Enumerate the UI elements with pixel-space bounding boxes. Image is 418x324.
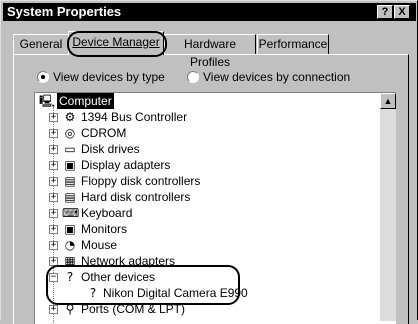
expand-icon[interactable]: + <box>49 129 58 138</box>
tree-item[interactable]: + ⌨ Keyboard <box>35 205 375 221</box>
tree-item[interactable]: −? Other devices <box>35 269 375 285</box>
cdrom-icon: ◎ <box>64 126 76 140</box>
tree-item[interactable]: + ◔ Mouse <box>35 237 375 253</box>
expand-icon[interactable]: + <box>49 209 58 218</box>
tree-item-label: Network adapters <box>81 254 176 268</box>
collapse-icon[interactable]: − <box>49 273 58 282</box>
floppy-controller-icon: ▤ <box>64 174 76 188</box>
scroll-up-button[interactable]: ▲ <box>380 93 396 109</box>
view-by-connection-option[interactable]: View devices by connection <box>187 70 367 86</box>
tree-item[interactable]: + ⚲ Ports (COM & LPT) <box>35 301 375 317</box>
expand-icon[interactable]: + <box>49 177 58 186</box>
tree-item[interactable]: + ⚙ 1394 Bus Controller <box>35 109 375 125</box>
view-by-type-option[interactable]: View devices by type <box>37 70 187 86</box>
keyboard-icon: ⌨ <box>62 206 80 220</box>
view-by-type-radio[interactable] <box>37 71 49 83</box>
expand-icon[interactable]: + <box>49 161 58 170</box>
tree-item[interactable]: + ▦ Network adapters <box>35 253 375 269</box>
display-adapter-icon: ▣ <box>64 158 76 172</box>
expand-icon[interactable]: + <box>49 193 58 202</box>
view-by-connection-label: View devices by connection <box>203 70 351 84</box>
tab-device-manager[interactable]: Device Manager <box>68 31 164 55</box>
tree-item[interactable]: + ◎ CDROM <box>35 125 375 141</box>
tree-item-label: CDROM <box>81 126 127 140</box>
tree-item-label: Monitors <box>81 222 128 236</box>
tab-device-manager-label: Device Manager <box>72 35 160 49</box>
tree-item-label: 1394 Bus Controller <box>81 110 188 124</box>
tree-item-label: Floppy disk controllers <box>81 174 201 188</box>
tree-root-computer[interactable]: 🖳 Computer <box>35 93 375 109</box>
tree-item-label: Other devices <box>81 270 156 284</box>
network-adapter-icon: ▦ <box>64 254 76 268</box>
tree-item[interactable]: + ▤ Floppy disk controllers <box>35 173 375 189</box>
expand-icon[interactable]: + <box>49 145 58 154</box>
tree-item-label: Mouse <box>81 238 118 252</box>
tab-performance[interactable]: Performance <box>257 34 329 54</box>
mouse-icon: ◔ <box>64 238 76 252</box>
view-by-type-label: View devices by type <box>53 70 165 84</box>
system-properties-window: System Properties ? X General Device Man… <box>0 0 418 324</box>
tree-item-label: Display adapters <box>81 158 171 172</box>
expand-icon[interactable]: + <box>49 241 58 250</box>
tree-scrollbar[interactable]: ▲ <box>380 93 396 321</box>
expand-icon[interactable]: + <box>49 225 58 234</box>
tree-item[interactable]: + ▭ Disk drives <box>35 141 375 157</box>
tab-strip: General Device Manager Hardware Profiles… <box>1 1 418 69</box>
tree-item-label: Nikon Digital Camera E990 <box>103 286 248 300</box>
tab-general[interactable]: General <box>13 34 69 54</box>
tree-item-label: Hard disk controllers <box>81 190 191 204</box>
disk-drive-icon: ▭ <box>64 142 76 156</box>
bus-controller-icon: ⚙ <box>64 110 76 124</box>
tree-item-label: Keyboard <box>81 206 133 220</box>
expand-icon[interactable]: + <box>49 113 58 122</box>
question-icon: ? <box>66 270 74 284</box>
view-by-connection-radio[interactable] <box>187 71 199 83</box>
port-icon: ⚲ <box>65 302 75 316</box>
tree-item[interactable]: + ▣ Display adapters <box>35 157 375 173</box>
tree-item[interactable]: + ▣ Monitors <box>35 221 375 237</box>
tree-item[interactable]: + ▤ Hard disk controllers <box>35 189 375 205</box>
tree-item-label: Ports (COM & LPT) <box>81 302 186 316</box>
tab-hardware-profiles[interactable]: Hardware Profiles <box>164 34 256 69</box>
unknown-device-icon: ? <box>89 286 97 300</box>
computer-icon: 🖳 <box>39 94 56 108</box>
monitor-icon: ▣ <box>64 222 76 236</box>
expand-icon[interactable]: + <box>49 257 58 266</box>
tree-item-label: Disk drives <box>81 142 140 156</box>
hard-disk-controller-icon: ▤ <box>64 190 76 204</box>
expand-icon[interactable]: + <box>49 305 58 314</box>
tree-root-label: Computer <box>57 93 114 109</box>
device-tree[interactable]: 🖳 Computer + ⚙ 1394 Bus Controller + ◎ CDROM +… <box>34 92 396 324</box>
tree-item[interactable]: ? Nikon Digital Camera E990 <box>35 285 375 301</box>
